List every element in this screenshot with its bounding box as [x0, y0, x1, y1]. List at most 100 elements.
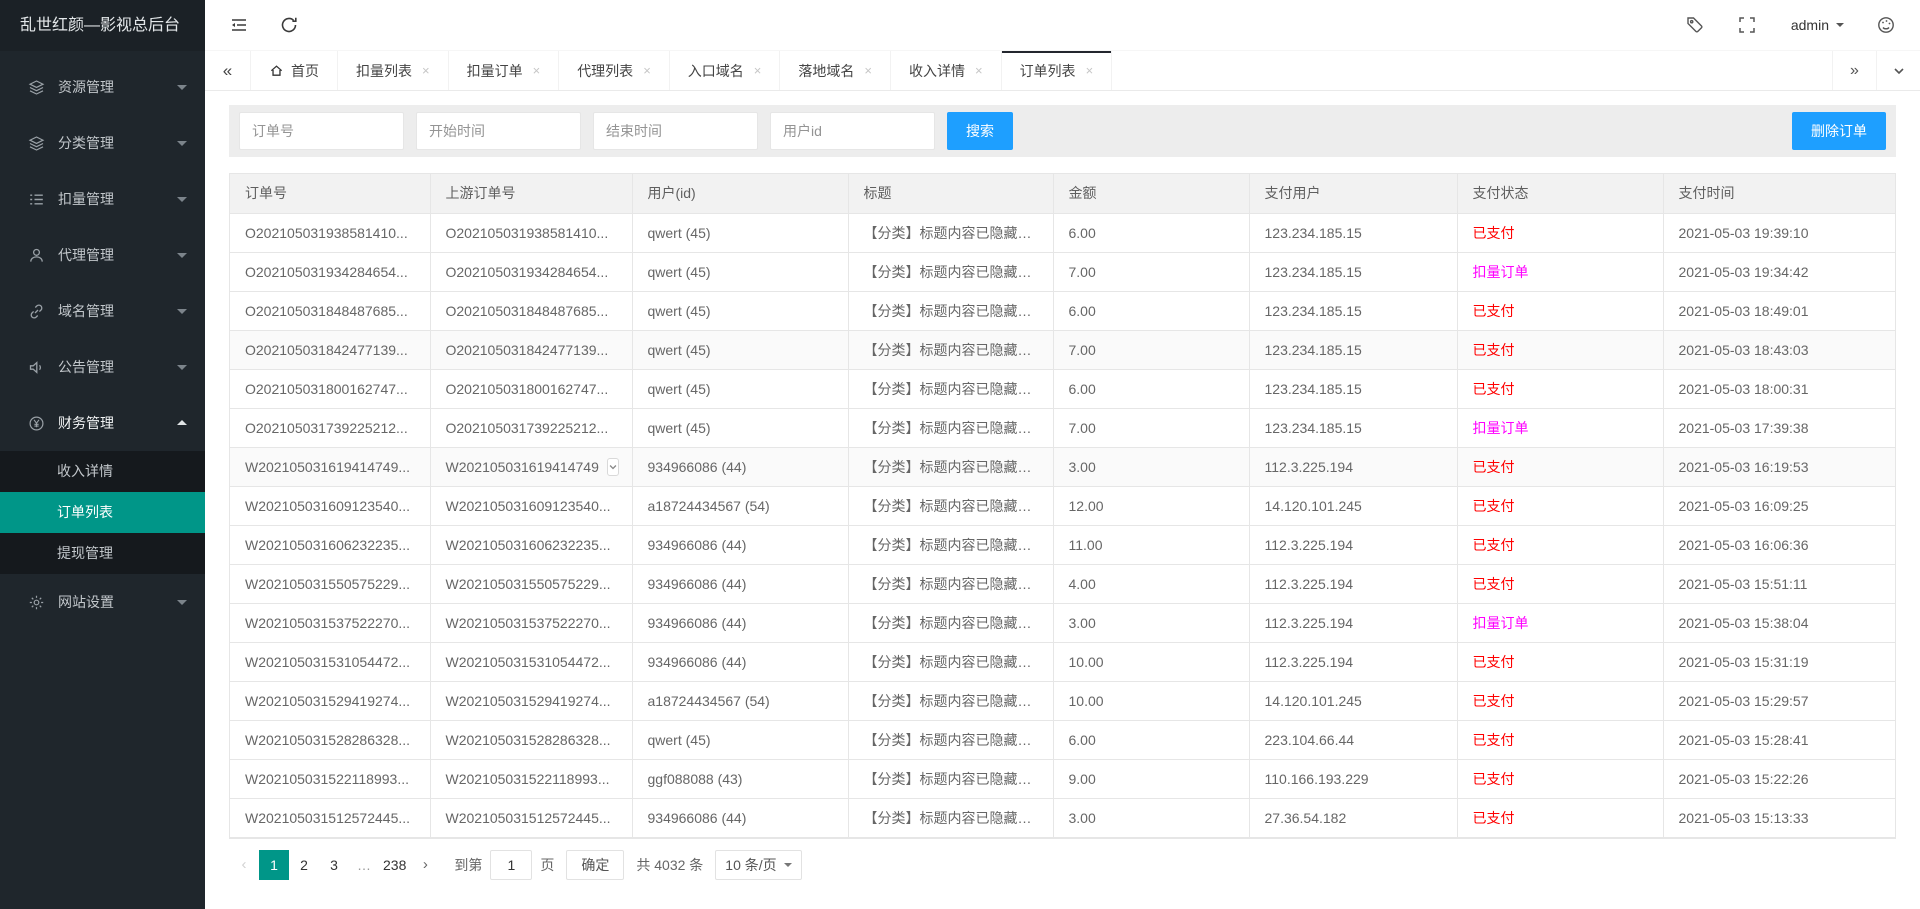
sidebar-item[interactable]: 财务管理	[0, 395, 205, 451]
cell-upstream-no: W202105031537522270...	[430, 603, 632, 642]
cell-title: 【分类】标题内容已隐藏…	[848, 681, 1053, 720]
tab[interactable]: 代理列表 ×	[559, 51, 670, 90]
col-pay-time: 支付时间	[1663, 174, 1895, 213]
theme-palette-icon[interactable]	[1876, 15, 1896, 35]
sidebar-item[interactable]: 公告管理	[0, 339, 205, 395]
cell-title: 【分类】标题内容已隐藏…	[848, 564, 1053, 603]
tag-icon[interactable]	[1685, 15, 1705, 35]
cell-order-no: O202105031842477139...	[230, 330, 430, 369]
upstream-no-text: O202105031800162747...	[446, 381, 609, 397]
tab-close-icon[interactable]: ×	[533, 63, 541, 78]
status-badge: 已支付	[1473, 498, 1515, 514]
main-area: admin « 首页	[205, 0, 1920, 909]
page-number-button[interactable]: 3	[319, 850, 349, 880]
search-button[interactable]: 搜索	[947, 112, 1013, 150]
collapse-menu-icon[interactable]	[229, 15, 249, 35]
cell-pay-time: 2021-05-03 15:28:41	[1663, 720, 1895, 759]
confirm-button[interactable]: 确定	[566, 850, 624, 880]
cell-order-no: O202105031739225212...	[230, 408, 430, 447]
admin-menu[interactable]: admin	[1791, 17, 1844, 33]
fullscreen-icon[interactable]	[1737, 15, 1757, 35]
tab-label: 扣量列表	[356, 61, 412, 81]
order-no-input[interactable]	[239, 112, 404, 150]
delete-order-button[interactable]: 删除订单	[1792, 112, 1886, 150]
tabs-dropdown-button[interactable]	[1876, 51, 1920, 90]
tab[interactable]: 入口域名 ×	[670, 51, 781, 90]
sidebar-item[interactable]: 代理管理	[0, 227, 205, 283]
prev-page-button[interactable]: ‹	[229, 850, 259, 880]
goto-page-input[interactable]	[490, 850, 532, 880]
cell-amount: 10.00	[1053, 681, 1249, 720]
tab-label: 入口域名	[688, 61, 744, 81]
cell-upstream-no: O202105031842477139...	[430, 330, 632, 369]
page-number-button[interactable]: 238	[379, 850, 410, 880]
start-time-input[interactable]	[416, 112, 581, 150]
refresh-icon[interactable]	[279, 15, 299, 35]
tab[interactable]: 扣量订单 ×	[449, 51, 560, 90]
tabs-scroll-right-button[interactable]: »	[1832, 51, 1876, 90]
tab[interactable]: 落地域名 ×	[780, 51, 891, 90]
upstream-no-text: W202105031522118993...	[446, 771, 610, 787]
tab[interactable]: 扣量列表 ×	[338, 51, 449, 90]
sidebar-item[interactable]: 资源管理	[0, 59, 205, 115]
page-number-button[interactable]: …	[349, 850, 379, 880]
tab[interactable]: 首页	[251, 51, 338, 90]
cell-upstream-no: O202105031800162747...	[430, 369, 632, 408]
cell-order-no: W202105031529419274...	[230, 681, 430, 720]
cell-upstream-no: W202105031606232235...	[430, 525, 632, 564]
link-icon	[28, 303, 45, 320]
sidebar-item-label: 域名管理	[58, 301, 114, 321]
sidebar-subitem[interactable]: 提现管理	[0, 533, 205, 574]
sidebar-item[interactable]: 网站设置	[0, 574, 205, 630]
cell-amount: 6.00	[1053, 720, 1249, 759]
table-row: W202105031522118993... W2021050315221189…	[230, 759, 1895, 798]
gear-icon	[28, 594, 45, 611]
cell-order-no: W202105031609123540...	[230, 486, 430, 525]
end-time-input[interactable]	[593, 112, 758, 150]
cell-pay-status: 扣量订单	[1457, 603, 1663, 642]
tab-close-icon[interactable]: ×	[754, 63, 762, 78]
page-number-button[interactable]: 1	[259, 850, 289, 880]
tab-close-icon[interactable]: ×	[864, 63, 872, 78]
sidebar-item[interactable]: 域名管理	[0, 283, 205, 339]
col-order-no: 订单号	[230, 174, 430, 213]
col-pay-user: 支付用户	[1249, 174, 1457, 213]
cell-user: qwert (45)	[632, 330, 848, 369]
table-row: W202105031550575229... W2021050315505752…	[230, 564, 1895, 603]
tab-close-icon[interactable]: ×	[1086, 63, 1094, 78]
tab-close-icon[interactable]: ×	[422, 63, 430, 78]
cell-order-no: W202105031522118993...	[230, 759, 430, 798]
upstream-no-text: W202105031529419274...	[446, 693, 611, 709]
cell-pay-user: 14.120.101.245	[1249, 681, 1457, 720]
cell-pay-time: 2021-05-03 19:39:10	[1663, 213, 1895, 252]
cell-amount: 7.00	[1053, 330, 1249, 369]
tab-close-icon[interactable]: ×	[975, 63, 983, 78]
page-size-select[interactable]: 10 条/页	[715, 850, 801, 880]
cell-title: 【分类】标题内容已隐藏…	[848, 642, 1053, 681]
tab[interactable]: 收入详情 ×	[891, 51, 1002, 90]
next-page-button[interactable]: ›	[410, 850, 440, 880]
sidebar-subitem[interactable]: 订单列表	[0, 492, 205, 533]
sidebar-item[interactable]: 扣量管理	[0, 171, 205, 227]
upstream-no-text: O202105031842477139...	[446, 342, 609, 358]
cell-pay-user: 14.120.101.245	[1249, 486, 1457, 525]
cell-user: qwert (45)	[632, 252, 848, 291]
sidebar-item-label: 代理管理	[58, 245, 114, 265]
tab[interactable]: 订单列表 ×	[1002, 51, 1113, 90]
cell-pay-status: 已支付	[1457, 330, 1663, 369]
page-number-button[interactable]: 2	[289, 850, 319, 880]
cell-user: 934966086 (44)	[632, 642, 848, 681]
tabs-scroll-left-button[interactable]: «	[205, 51, 251, 90]
expand-row-button[interactable]	[607, 458, 619, 476]
cell-pay-status: 扣量订单	[1457, 252, 1663, 291]
sidebar-item[interactable]: 分类管理	[0, 115, 205, 171]
cell-title: 【分类】标题内容已隐藏…	[848, 603, 1053, 642]
cell-order-no: W202105031531054472...	[230, 642, 430, 681]
tab-label: 收入详情	[909, 61, 965, 81]
user-id-input[interactable]	[770, 112, 935, 150]
upstream-no-text: O202105031934284654...	[446, 264, 609, 280]
upstream-no-text: W202105031609123540...	[446, 498, 611, 514]
tab-close-icon[interactable]: ×	[643, 63, 651, 78]
sidebar-subitem[interactable]: 收入详情	[0, 451, 205, 492]
table-row: O202105031842477139... O2021050318424771…	[230, 330, 1895, 369]
